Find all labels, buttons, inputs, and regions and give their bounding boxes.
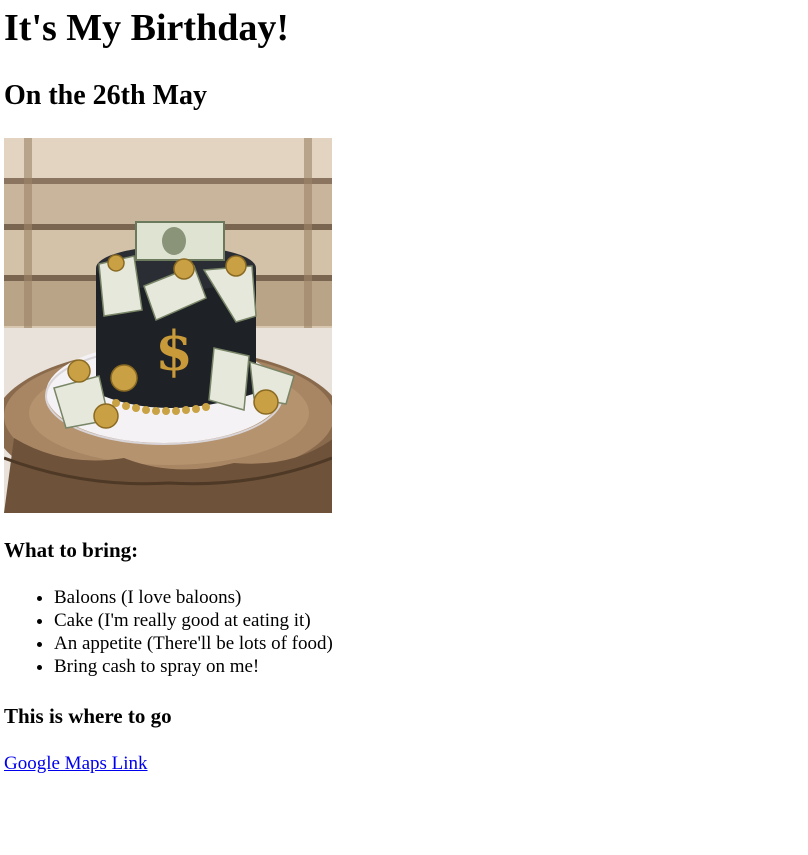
page-subtitle: On the 26th May <box>4 80 207 111</box>
bring-heading: What to bring: <box>4 538 139 562</box>
bring-list: Baloons (I love baloons) Cake (I'm reall… <box>4 586 333 678</box>
birthday-cake-photo-icon: $ <box>4 138 332 513</box>
svg-text:$: $ <box>155 319 193 383</box>
location-heading: This is where to go <box>4 704 172 728</box>
cake-image: $ <box>4 138 332 513</box>
page-title: It's My Birthday! <box>4 7 289 49</box>
google-maps-link[interactable]: Google Maps Link <box>4 752 148 775</box>
list-item: Bring cash to spray on me! <box>54 655 333 678</box>
list-item: Baloons (I love baloons) <box>54 586 333 609</box>
list-item: An appetite (There'll be lots of food) <box>54 632 333 655</box>
list-item: Cake (I'm really good at eating it) <box>54 609 333 632</box>
